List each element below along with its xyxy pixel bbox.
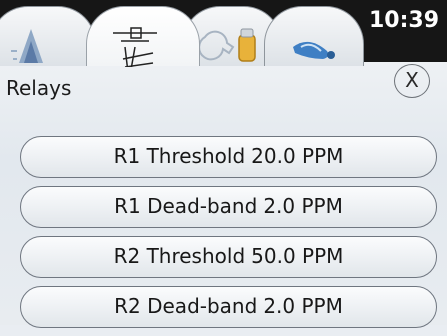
tab-levels[interactable] — [0, 6, 96, 66]
r2-threshold-button[interactable]: R2 Threshold 50.0 PPM — [20, 236, 437, 278]
tab-bar: 10:39 — [0, 0, 447, 67]
setting-value: 2.0 PPM — [263, 194, 343, 218]
setting-label: R1 Threshold — [113, 144, 246, 168]
relay-settings-list: R1 Threshold 20.0 PPM R1 Dead-band 2.0 PPM… — [20, 136, 437, 336]
r1-threshold-button[interactable]: R1 Threshold 20.0 PPM — [20, 136, 437, 178]
clock: 10:39 — [368, 8, 439, 33]
tab-relays[interactable] — [86, 6, 200, 67]
setting-value: 2.0 PPM — [263, 294, 343, 318]
tab-sensor[interactable] — [264, 6, 364, 66]
page-title: Relays — [6, 76, 72, 100]
setting-value: 50.0 PPM — [251, 244, 344, 268]
close-button[interactable]: X — [394, 64, 430, 98]
sliders-settings-icon — [113, 27, 157, 67]
setting-value: 20.0 PPM — [251, 144, 344, 168]
r2-deadband-button[interactable]: R2 Dead-band 2.0 PPM — [20, 286, 437, 328]
level-graph-icon — [11, 29, 43, 63]
r1-deadband-button[interactable]: R1 Dead-band 2.0 PPM — [20, 186, 437, 228]
setting-label: R2 Dead-band — [114, 294, 258, 318]
setting-label: R1 Dead-band — [114, 194, 258, 218]
relays-screen: 10:39 Relays X R1 Threshold 20.0 PPM R1 D… — [0, 0, 447, 328]
sensor-probe-icon — [293, 41, 335, 59]
setting-label: R2 Threshold — [113, 244, 246, 268]
